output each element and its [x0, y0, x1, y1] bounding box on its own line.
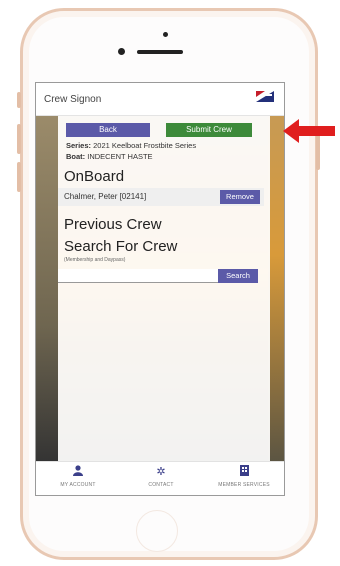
building-icon: [204, 465, 284, 479]
crew-search-input[interactable]: [58, 269, 218, 283]
app-header: Crew Signon: [36, 83, 284, 116]
gear-icon: ✲: [156, 466, 166, 478]
series-value: 2021 Keelboat Frostbite Series: [93, 141, 197, 150]
onboard-heading: OnBoard: [64, 168, 125, 185]
bottom-nav: MY ACCOUNT ✲ CONTACT MEMBER SERVICES: [36, 461, 284, 495]
nav-contact[interactable]: ✲ CONTACT: [121, 465, 201, 488]
person-icon: [38, 465, 118, 479]
previous-crew-heading: Previous Crew: [64, 216, 162, 233]
phone-home-button: [136, 510, 178, 552]
phone-volume-up: [17, 124, 21, 154]
boat-label: Boat:: [66, 152, 86, 161]
back-button[interactable]: Back: [66, 123, 150, 137]
club-flag-icon: [256, 91, 274, 102]
boat-info: Boat: INDECENT HASTE: [66, 152, 153, 161]
phone-sensor: [118, 48, 125, 55]
nav-member-services[interactable]: MEMBER SERVICES: [204, 465, 284, 488]
submit-crew-button[interactable]: Submit Crew: [166, 123, 252, 137]
boat-value: INDECENT HASTE: [87, 152, 153, 161]
phone-speaker: [137, 50, 183, 54]
phone-camera: [163, 32, 168, 37]
phone-mute-switch: [17, 92, 21, 108]
search-button[interactable]: Search: [218, 269, 258, 283]
search-heading: Search For Crew: [64, 238, 178, 255]
app-screen: Crew Signon Back Submit Crew Series: 202…: [35, 82, 285, 496]
nav-label: MEMBER SERVICES: [218, 482, 270, 488]
annotation-arrow-icon: [283, 119, 335, 143]
page-title: Crew Signon: [44, 94, 102, 105]
phone-volume-down: [17, 162, 21, 192]
series-info: Series: 2021 Keelboat Frostbite Series: [66, 141, 196, 150]
nav-my-account[interactable]: MY ACCOUNT: [38, 465, 118, 488]
crew-panel: Back Submit Crew Series: 2021 Keelboat F…: [58, 116, 270, 464]
nav-label: MY ACCOUNT: [60, 482, 96, 488]
crew-row: Chalmer, Peter [02141] Remove: [58, 188, 264, 206]
search-hint: (Membership and Daypass): [64, 257, 126, 263]
remove-crew-button[interactable]: Remove: [220, 190, 260, 204]
crew-name: Chalmer, Peter [02141]: [64, 192, 147, 201]
series-label: Series:: [66, 141, 92, 150]
nav-label: CONTACT: [148, 482, 174, 488]
